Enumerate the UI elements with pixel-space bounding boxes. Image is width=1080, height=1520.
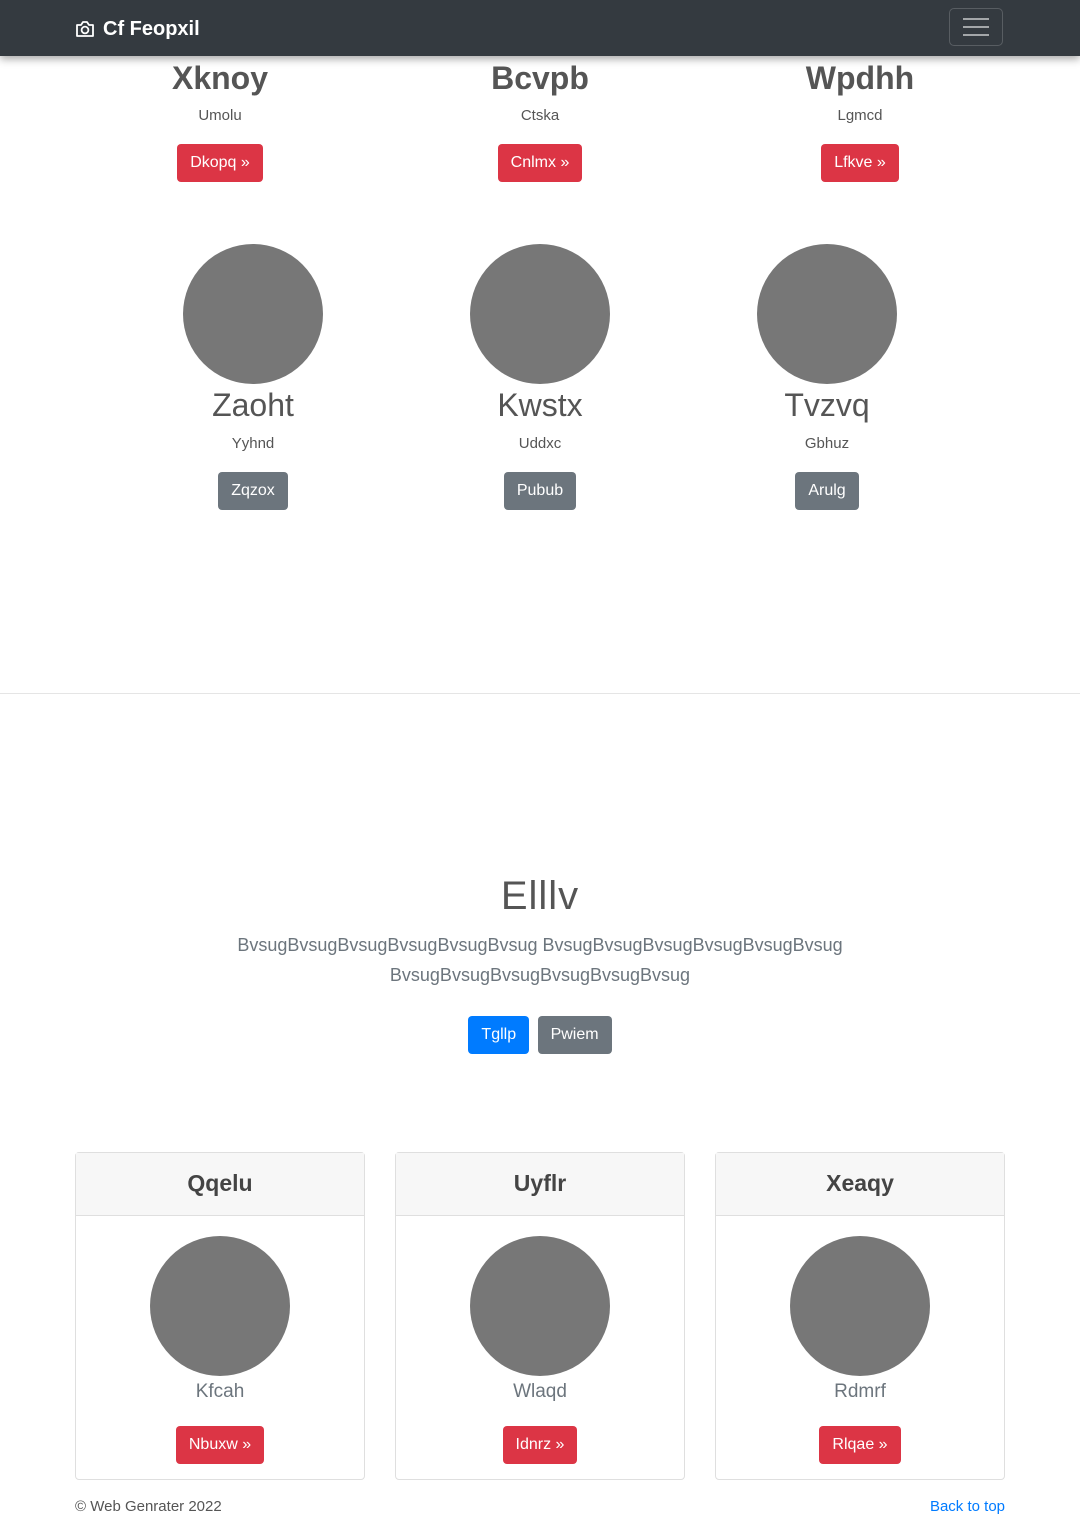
feature-button[interactable]: Lfkve » (821, 144, 899, 182)
profile-column: Tvzvq Gbhuz Arulg (727, 244, 927, 510)
feature-column: Bcvpb Ctska Cnlmx » (440, 58, 640, 182)
profile-name: Kwstx (497, 387, 583, 423)
card-subtitle: Wlaqd (513, 1381, 567, 1402)
profile-button[interactable]: Arulg (795, 472, 859, 510)
hero-section: Elllv BvsugBvsugBvsugBvsugBvsugBvsug Bvs… (0, 872, 1080, 1054)
back-to-top-link[interactable]: Back to top (930, 1498, 1005, 1515)
feature-subtitle: Umolu (198, 107, 242, 124)
feature-title: Xknoy (171, 60, 269, 96)
feature-column: Xknoy Umolu Dkopq » (120, 58, 320, 182)
footer: © Web Genrater 2022 Back to top (75, 1498, 1005, 1520)
card-header: Qqelu (76, 1153, 364, 1216)
hero-primary-button[interactable]: Tgllp (468, 1016, 530, 1054)
card-button[interactable]: Nbuxw » (175, 1426, 265, 1464)
feature-subtitle: Lgmcd (837, 107, 883, 124)
card-subtitle: Rdmrf (834, 1381, 886, 1402)
card-header: Uyflr (396, 1153, 684, 1216)
hamburger-icon-line (963, 18, 989, 20)
card-button[interactable]: Rlqae » (819, 1426, 901, 1464)
hero-secondary-button[interactable]: Pwiem (537, 1016, 612, 1054)
brand-link[interactable]: Cf Feopxil (75, 14, 200, 44)
profile-name: Zaoht (212, 387, 294, 423)
card-button[interactable]: Idnrz » (502, 1426, 578, 1464)
section-divider (0, 693, 1080, 694)
hamburger-icon-line (963, 34, 989, 36)
feature-title: Wpdhh (805, 60, 915, 96)
profile-subtitle: Gbhuz (804, 435, 850, 452)
avatar (470, 1236, 610, 1376)
card-subtitle: Kfcah (195, 1381, 245, 1402)
feature-button[interactable]: Cnlmx » (497, 144, 583, 182)
profile-button[interactable]: Zqzox (218, 472, 288, 510)
profile-button[interactable]: Pubub (503, 472, 577, 510)
hero-title: Elllv (500, 874, 580, 918)
profile-column: Kwstx Uddxc Pubub (440, 244, 640, 510)
footer-copyright: © Web Genrater 2022 (75, 1498, 222, 1515)
hero-buttons: Tgllp Pwiem (0, 1016, 1080, 1054)
avatar (790, 1236, 930, 1376)
feature-subtitle: Ctska (520, 107, 560, 124)
feature-column: Wpdhh Lgmcd Lfkve » (760, 58, 960, 182)
navbar-toggler-button[interactable] (949, 8, 1003, 46)
profile-subtitle: Uddxc (518, 435, 562, 452)
card: Qqelu Kfcah Nbuxw » (75, 1152, 365, 1480)
card: Xeaqy Rdmrf Rlqae » (715, 1152, 1005, 1480)
profile-column: Zaoht Yyhnd Zqzox (153, 244, 353, 510)
card-body: Rdmrf Rlqae » (716, 1216, 1004, 1464)
feature-title: Bcvpb (491, 60, 589, 96)
feature-button[interactable]: Dkopq » (177, 144, 263, 182)
card: Uyflr Wlaqd Idnrz » (395, 1152, 685, 1480)
camera-icon (75, 20, 95, 38)
navbar: Cf Feopxil (0, 0, 1080, 56)
card-header: Xeaqy (716, 1153, 1004, 1216)
profile-subtitle: Yyhnd (231, 435, 275, 452)
avatar (150, 1236, 290, 1376)
avatar (183, 244, 323, 384)
card-body: Wlaqd Idnrz » (396, 1216, 684, 1464)
avatar (757, 244, 897, 384)
card-body: Kfcah Nbuxw » (76, 1216, 364, 1464)
hamburger-icon-line (963, 26, 989, 28)
profile-name: Tvzvq (784, 387, 870, 423)
avatar (470, 244, 610, 384)
hero-lead: BvsugBvsugBvsugBvsugBvsugBvsug BvsugBvsu… (237, 935, 843, 985)
brand-text: Cf Feopxil (103, 17, 200, 40)
